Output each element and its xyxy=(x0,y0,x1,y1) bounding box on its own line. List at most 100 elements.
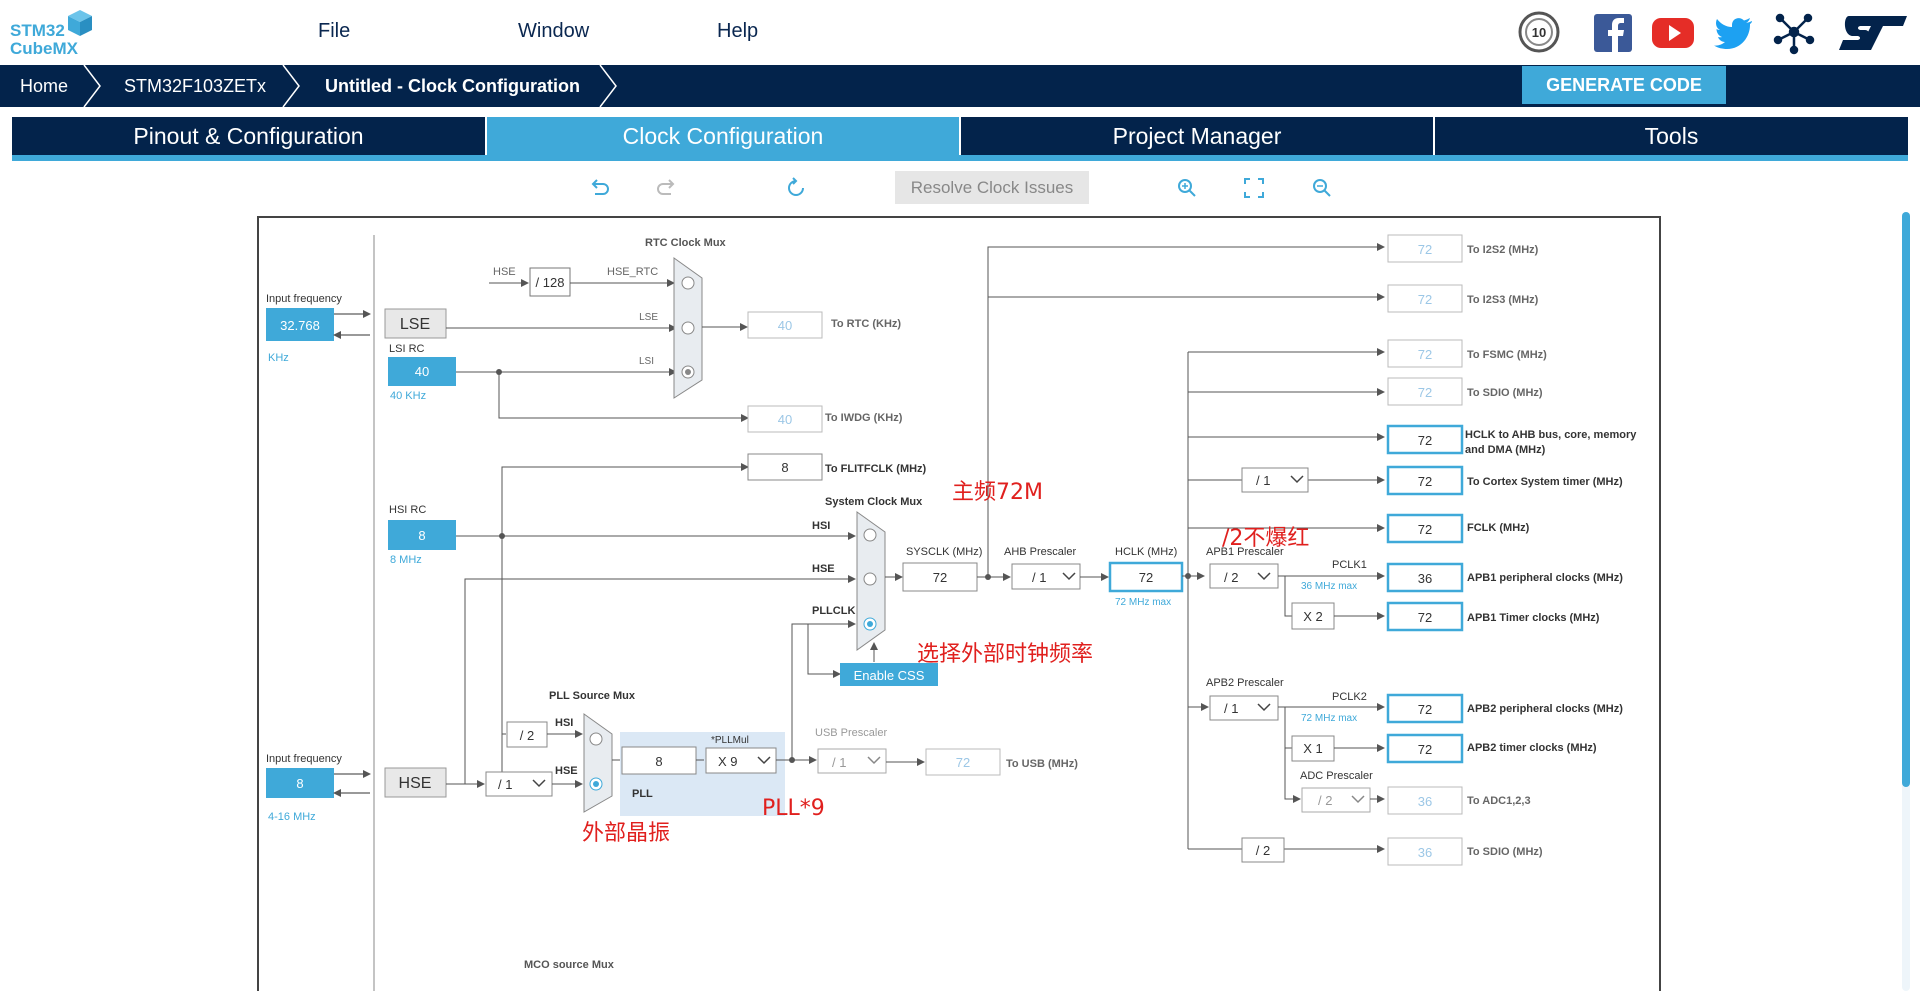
top-bar: STM32 CubeMX File Window Help 10 xyxy=(0,0,1920,65)
mco-source-mux-title: MCO source Mux xyxy=(524,959,615,971)
clock-tree-canvas: Input frequency 32.768 KHz LSE LSE LSI R… xyxy=(257,216,1661,991)
output-value-i2s2: 72 xyxy=(1418,242,1432,257)
annotation-main-freq: 主频72M xyxy=(952,480,1043,505)
zoom-out-icon[interactable] xyxy=(1310,176,1334,200)
apb2-prescaler-label: APB2 Prescaler xyxy=(1206,677,1284,689)
lsi-value: 40 xyxy=(415,364,429,379)
output-label-adc: To ADC1,2,3 xyxy=(1467,795,1531,807)
pll-hsi-div-value: / 2 xyxy=(520,728,534,743)
logo-text-line1: STM32 xyxy=(10,21,65,40)
menu-window[interactable]: Window xyxy=(518,20,589,43)
output-label-cortex: To Cortex System timer (MHz) xyxy=(1467,476,1623,488)
rtc-mux-radio-lse[interactable] xyxy=(681,321,695,335)
menu-file[interactable]: File xyxy=(318,20,350,43)
lse-label: LSE xyxy=(400,316,430,333)
cortex-prescaler-value: / 1 xyxy=(1256,473,1270,488)
network-icon[interactable] xyxy=(1770,8,1818,56)
menu-help[interactable]: Help xyxy=(717,20,758,43)
rtc-output-value: 40 xyxy=(778,318,792,333)
sys-mux-hsi-label: HSI xyxy=(812,520,830,532)
youtube-icon[interactable] xyxy=(1650,8,1698,56)
pll-source-mux xyxy=(583,713,613,813)
output-value-sdio2: 36 xyxy=(1418,845,1432,860)
rtc-hse-rtc-label: HSE_RTC xyxy=(607,266,658,278)
output-label-apb1-timer: APB1 Timer clocks (MHz) xyxy=(1467,612,1600,624)
output-label-fclk: FCLK (MHz) xyxy=(1467,522,1530,534)
apb2-prescaler-select[interactable] xyxy=(1209,695,1279,721)
fit-icon[interactable] xyxy=(1242,176,1266,200)
pclk2-max: 72 MHz max xyxy=(1301,713,1357,724)
rtc-lse-label: LSE xyxy=(639,312,658,323)
twitter-icon[interactable] xyxy=(1710,8,1758,56)
annotation-external-crystal: 外部晶振 xyxy=(582,821,671,846)
breadcrumb-device[interactable]: STM32F103ZETx xyxy=(124,65,266,107)
pclk1-label: PCLK1 xyxy=(1332,559,1367,571)
output-label-apb2-timer: APB2 timer clocks (MHz) xyxy=(1467,742,1597,754)
output-label-i2s3: To I2S3 (MHz) xyxy=(1467,294,1539,306)
st-logo-icon[interactable] xyxy=(1835,8,1910,56)
stm32cubemx-logo[interactable]: STM32 CubeMX xyxy=(10,6,100,62)
hse-unit: 4-16 MHz xyxy=(268,811,316,823)
ahb-prescaler-value: / 1 xyxy=(1032,570,1046,585)
hse-input-label: Input frequency xyxy=(266,753,342,765)
hsi-rc-label: HSI RC xyxy=(389,504,426,516)
output-label-i2s2: To I2S2 (MHz) xyxy=(1467,244,1539,256)
tab-clock-configuration[interactable]: Clock Configuration xyxy=(487,117,959,155)
sys-mux-title: System Clock Mux xyxy=(825,496,923,508)
flitfclk-output-label: To FLITFCLK (MHz) xyxy=(825,463,927,475)
output-value-fsmc: 72 xyxy=(1418,347,1432,362)
hse-prediv-select[interactable] xyxy=(485,771,553,797)
ahb-prescaler-label: AHB Prescaler xyxy=(1004,546,1076,558)
annotation-no-red: /2不爆红 xyxy=(1222,526,1310,551)
generate-code-button[interactable]: GENERATE CODE xyxy=(1522,66,1726,104)
tab-underline xyxy=(12,155,1908,161)
output-value-adc: 36 xyxy=(1418,794,1432,809)
breadcrumb: Home STM32F103ZETx Untitled - Clock Conf… xyxy=(0,65,1920,107)
tab-tools[interactable]: Tools xyxy=(1435,117,1908,155)
refresh-icon[interactable] xyxy=(784,176,808,200)
chevron-right-icon xyxy=(599,65,617,107)
rtc-div-value: / 128 xyxy=(536,275,565,290)
scrollbar-thumb[interactable] xyxy=(1902,212,1910,787)
hse-label: HSE xyxy=(399,775,432,792)
redo-icon[interactable] xyxy=(655,176,679,200)
sys-mux-radio-hse[interactable] xyxy=(863,572,877,586)
zoom-in-icon[interactable] xyxy=(1175,176,1199,200)
enable-css-label: Enable CSS xyxy=(854,668,925,683)
tab-pinout-configuration[interactable]: Pinout & Configuration xyxy=(12,117,485,155)
tab-project-manager[interactable]: Project Manager xyxy=(961,117,1433,155)
hse-input-value: 8 xyxy=(296,776,303,791)
chevron-right-icon xyxy=(282,65,300,107)
lse-unit: KHz xyxy=(268,352,289,364)
output-value-i2s3: 72 xyxy=(1418,292,1432,307)
pclk2-label: PCLK2 xyxy=(1332,691,1367,703)
output-value-apb2-periph: 72 xyxy=(1418,702,1432,717)
breadcrumb-current: Untitled - Clock Configuration xyxy=(325,76,580,96)
sys-mux-radio-hsi[interactable] xyxy=(863,528,877,542)
badge-text: 10 xyxy=(1532,25,1546,40)
hclk-value: 72 xyxy=(1139,570,1153,585)
sys-mux-hse-label: HSE xyxy=(812,563,835,575)
apb2-prescaler-value: / 1 xyxy=(1224,701,1238,716)
annotation-pll9: PLL*9 xyxy=(762,796,825,821)
output-fields-group: 72 To I2S2 (MHz) 72 To I2S3 (MHz) 72 To … xyxy=(1386,234,1636,866)
pllmul-label: *PLLMul xyxy=(711,735,749,746)
output-label-sdio: To SDIO (MHz) xyxy=(1467,387,1543,399)
pll-mux-hsi-label: HSI xyxy=(555,717,573,729)
undo-icon[interactable] xyxy=(587,176,611,200)
sysclk-label: SYSCLK (MHz) xyxy=(906,546,982,558)
annotation-select-external: 选择外部时钟频率 xyxy=(917,642,1094,667)
rtc-lsi-label: LSI xyxy=(639,356,654,367)
facebook-icon[interactable] xyxy=(1592,8,1636,56)
hclk-label: HCLK (MHz) xyxy=(1115,546,1177,558)
rtc-mux-radio-hse[interactable] xyxy=(681,276,695,290)
clock-tree-diagram: Input frequency 32.768 KHz LSE LSE LSI R… xyxy=(266,234,1636,991)
pllmul-value: X 9 xyxy=(718,754,738,769)
output-label-apb2-periph: APB2 peripheral clocks (MHz) xyxy=(1467,703,1623,715)
apb2-timer-mul-value: X 1 xyxy=(1303,741,1323,756)
pll-mux-radio-hsi[interactable] xyxy=(589,732,603,746)
resolve-clock-issues-button[interactable]: Resolve Clock Issues xyxy=(895,171,1089,204)
output-label-sdio2: To SDIO (MHz) xyxy=(1467,846,1543,858)
breadcrumb-home[interactable]: Home xyxy=(20,65,68,107)
anniversary-badge-icon[interactable]: 10 xyxy=(1515,8,1563,56)
